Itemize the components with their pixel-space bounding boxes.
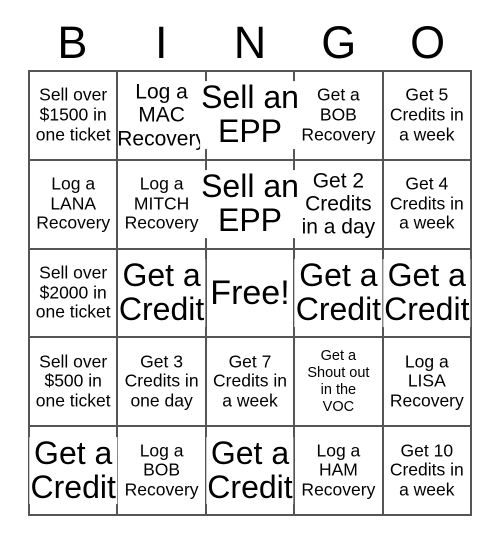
bingo-cell-r4c2[interactable]: Get 3 Credits in one day	[118, 338, 207, 428]
bingo-cell-label: Sell over $500 in one ticket	[35, 351, 111, 411]
bingo-cell-label: Get a Credit	[294, 257, 383, 327]
bingo-cell-r5c1[interactable]: Get a Credit	[29, 427, 119, 516]
bingo-cell-r5c2[interactable]: Log a BOB Recovery	[118, 427, 207, 516]
bingo-cell-r5c4[interactable]: Log a HAM Recovery	[295, 427, 384, 516]
bingo-cell-r4c1[interactable]: Sell over $500 in one ticket	[30, 338, 119, 428]
bingo-header-letter-b: B	[57, 16, 88, 68]
bingo-cell-r5c3[interactable]: Get a Credit	[206, 427, 296, 516]
bingo-cell-label: Log a HAM Recovery	[301, 440, 376, 500]
bingo-cell-label: Sell over $1500 in one ticket	[35, 85, 111, 145]
bingo-cell-r1c3[interactable]: Sell an EPP	[200, 72, 300, 161]
bingo-cell-label: Get a Credit	[383, 257, 471, 327]
bingo-cell-label: Get a BOB Recovery	[301, 85, 376, 145]
bingo-cell-label: Log a LISA Recovery	[389, 351, 464, 411]
bingo-cell-r2c4[interactable]: Get 2 Credits in a day	[295, 160, 384, 250]
bingo-cell-label: Sell an EPP	[200, 168, 300, 239]
bingo-cell-r4c5[interactable]: Log a LISA Recovery	[383, 338, 472, 428]
bingo-cell-label: Get a Shout out in the VOC	[307, 347, 370, 415]
bingo-cell-label: Log a BOB Recovery	[124, 440, 199, 500]
bingo-cell-label: Get 2 Credits in a day	[301, 169, 376, 239]
bingo-cell-r3c4[interactable]: Get a Credit	[294, 249, 384, 339]
bingo-cell-r3c1[interactable]: Sell over $2000 in one ticket	[30, 249, 119, 339]
bingo-cell-r2c2[interactable]: Log a MITCH Recovery	[118, 160, 207, 250]
bingo-cell-r5c5[interactable]: Get 10 Credits in a week	[383, 427, 472, 516]
bingo-cell-r2c3[interactable]: Sell an EPP	[200, 160, 300, 250]
bingo-cell-label: Get 3 Credits in one day	[124, 351, 199, 411]
bingo-cell-label: Get 5 Credits in a week	[389, 85, 464, 145]
bingo-header-row: B I N G O	[28, 14, 472, 70]
bingo-card: B I N G O Sell over $1500 in one ticket L…	[0, 0, 500, 544]
bingo-cell-r1c2[interactable]: Log a MAC Recovery	[117, 72, 207, 161]
bingo-header-letter-g: G	[321, 16, 357, 68]
bingo-cell-r1c5[interactable]: Get 5 Credits in a week	[383, 72, 472, 161]
bingo-cell-label: Log a MITCH Recovery	[124, 173, 199, 233]
bingo-cell-r1c4[interactable]: Get a BOB Recovery	[295, 72, 384, 161]
bingo-cell-r3c5[interactable]: Get a Credit	[383, 249, 472, 339]
bingo-header-letter-i: I	[154, 16, 168, 68]
bingo-cell-r2c1[interactable]: Log a LANA Recovery	[30, 160, 119, 250]
bingo-cell-label: Get a Credit	[206, 434, 294, 505]
bingo-cell-label: Log a MAC Recovery	[117, 80, 206, 150]
bingo-cell-label: Free!	[209, 273, 291, 312]
bingo-cell-r2c5[interactable]: Get 4 Credits in a week	[383, 160, 472, 250]
bingo-cell-r1c1[interactable]: Sell over $1500 in one ticket	[30, 72, 119, 161]
bingo-cell-r3c2[interactable]: Get a Credit	[117, 249, 207, 339]
bingo-cell-label: Sell over $2000 in one ticket	[35, 262, 111, 322]
bingo-cell-label: Log a LANA Recovery	[36, 173, 111, 233]
bingo-cell-label: Get 10 Credits in a week	[389, 440, 464, 500]
bingo-cell-r3c3[interactable]: Free!	[206, 249, 296, 339]
bingo-header-letter-o: O	[410, 16, 446, 68]
bingo-cell-r4c4[interactable]: Get a Shout out in the VOC	[295, 338, 384, 428]
bingo-header-letter-n: N	[233, 16, 267, 68]
bingo-cell-label: Sell an EPP	[200, 79, 300, 150]
bingo-grid: Sell over $1500 in one ticket Log a MAC R…	[28, 70, 472, 516]
bingo-cell-label: Get 7 Credits in a week	[213, 351, 287, 411]
bingo-cell-r4c3[interactable]: Get 7 Credits in a week	[206, 338, 296, 428]
bingo-cell-label: Get a Credit	[117, 257, 206, 327]
bingo-cell-label: Get 4 Credits in a week	[389, 173, 464, 233]
bingo-cell-label: Get a Credit	[29, 434, 117, 505]
